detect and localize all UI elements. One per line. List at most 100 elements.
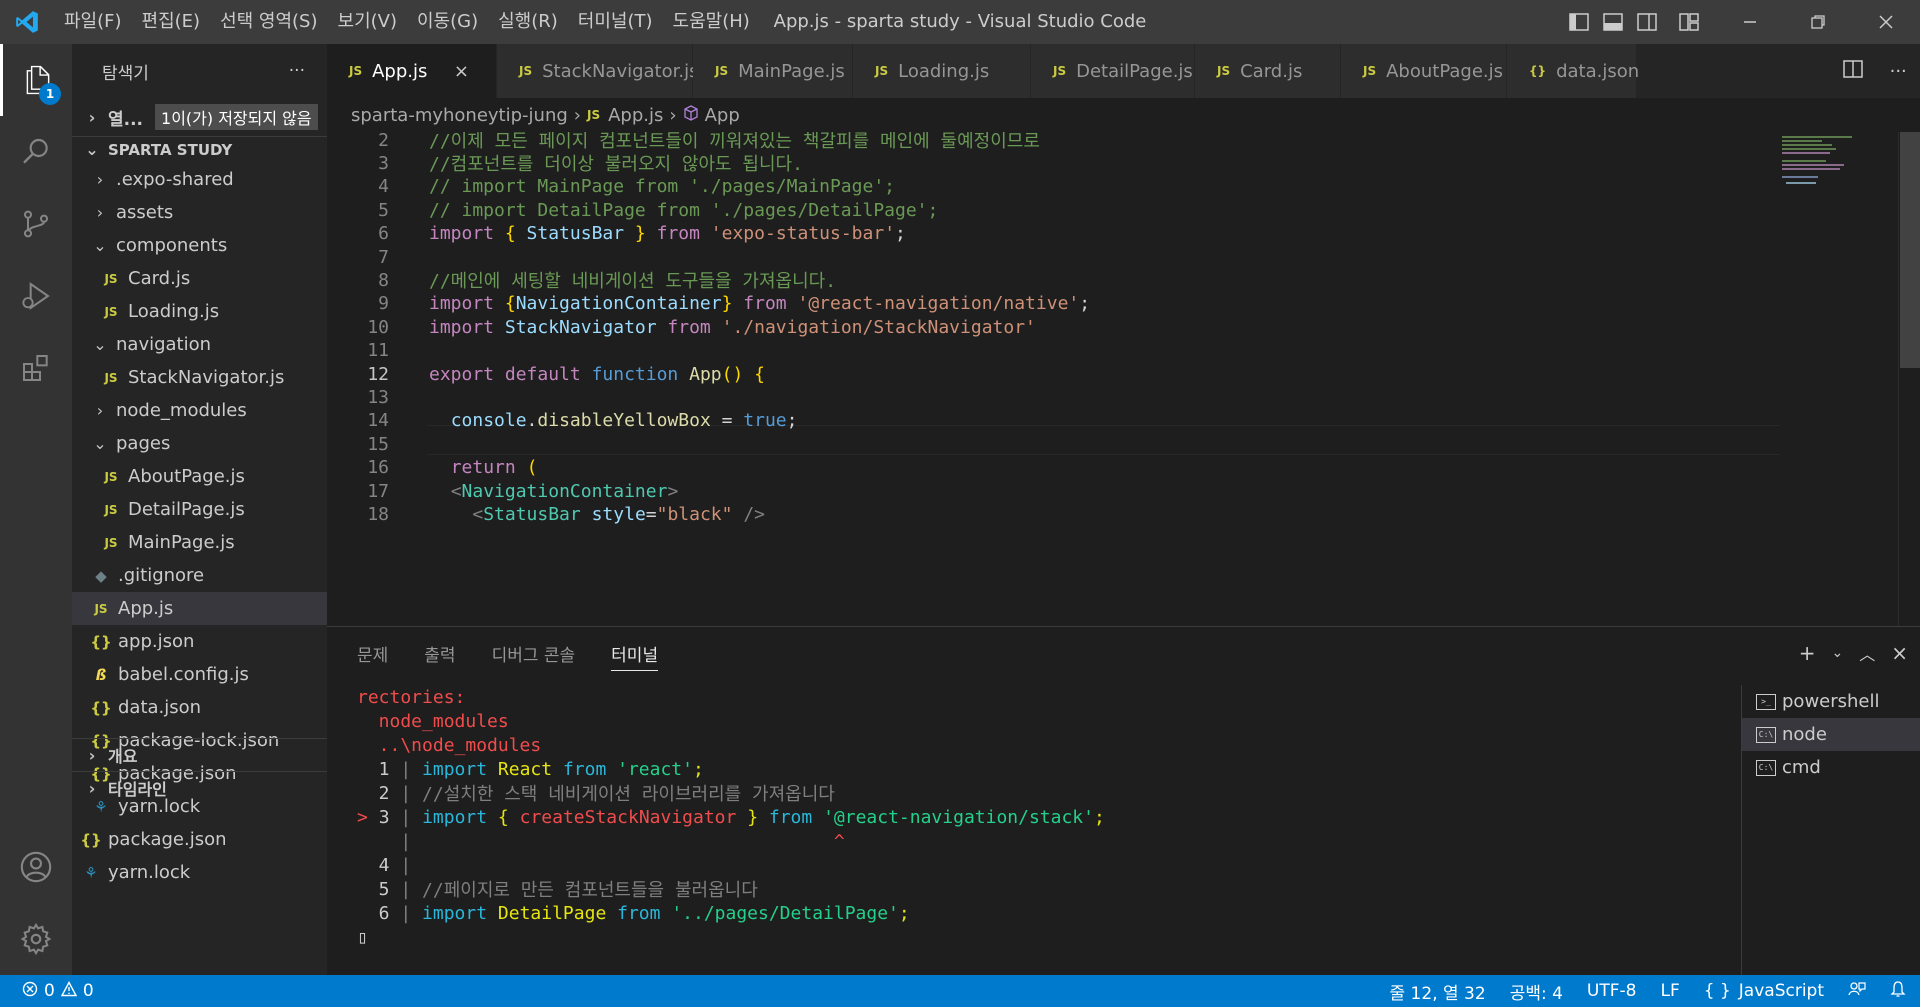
split-editor-icon[interactable] [1843, 59, 1863, 83]
breadcrumb-folder[interactable]: sparta-myhoneytip-jung [351, 105, 568, 126]
panel-tab[interactable]: 문제 [357, 627, 388, 685]
close-window-button[interactable] [1852, 0, 1920, 44]
panel-tab[interactable]: 터미널 [611, 641, 659, 671]
toggle-secondary-sidebar-icon[interactable] [1630, 0, 1664, 44]
terminal-instance[interactable]: C:\ node [1742, 718, 1920, 751]
menu-item[interactable]: 보기(V) [328, 0, 407, 44]
account-icon[interactable] [0, 831, 72, 903]
tab-mainpage-js[interactable]: JS MainPage.js [693, 44, 853, 98]
code-text: export default function App() { [429, 364, 765, 385]
code-token: export default [429, 363, 592, 385]
file-item[interactable]: {} data.json [72, 691, 327, 724]
json-file-icon: {} [90, 632, 112, 651]
menu-item[interactable]: 이동(G) [407, 0, 488, 44]
minimap[interactable] [1778, 132, 1898, 626]
folder-item[interactable]: ⌄ navigation [72, 328, 327, 361]
breadcrumb-symbol[interactable]: App [705, 105, 740, 126]
line-number: 7 [378, 246, 389, 268]
file-item[interactable]: JS App.js [72, 592, 327, 625]
source-control-icon[interactable] [0, 188, 72, 260]
code-token: import [429, 293, 505, 315]
chevron-right-icon: › [88, 107, 96, 127]
code-token: ; [1079, 293, 1091, 315]
menu-item[interactable]: 편집(E) [132, 0, 211, 44]
file-item[interactable]: JS Card.js [72, 262, 327, 295]
file-item[interactable]: {} app.json [72, 625, 327, 658]
indentation[interactable]: 공백: 4 [1510, 979, 1563, 1004]
folder-item[interactable]: ⌄ pages [72, 427, 327, 460]
tab-aboutpage-js[interactable]: JS AboutPage.js [1341, 44, 1507, 98]
menu-item[interactable]: 파일(F) [54, 0, 132, 44]
folder-item[interactable]: ⌄ components [72, 229, 327, 262]
tab-loading-js[interactable]: JS Loading.js [853, 44, 1031, 98]
customize-layout-icon[interactable] [1672, 0, 1706, 44]
folder-item[interactable]: › .expo-shared [72, 163, 327, 196]
file-item[interactable]: JS Loading.js [72, 295, 327, 328]
line-number: 11 [367, 340, 389, 362]
menu-item[interactable]: 도움말(H) [663, 0, 760, 44]
folder-item[interactable]: › assets [72, 196, 327, 229]
more-actions-button[interactable]: ··· [289, 61, 305, 81]
restore-button[interactable] [1784, 0, 1852, 44]
more-actions-icon[interactable]: ··· [1890, 61, 1907, 82]
feedback-icon[interactable] [1848, 980, 1866, 1003]
code-editor[interactable]: 2//이제 모든 페이지 컴포넌트들이 끼워져있는 책갈피를 메인에 둘예정이므… [327, 132, 1920, 626]
file-item[interactable]: ◆ .gitignore [72, 559, 327, 592]
chevron-down-icon[interactable]: ⌄ [1831, 645, 1843, 661]
timeline-section[interactable]: › 타임라인 [72, 771, 327, 804]
close-icon[interactable]: × [453, 61, 469, 82]
panel-tab[interactable]: 디버그 콘솔 [492, 627, 576, 685]
tab-app-js[interactable]: JS App.js × [327, 44, 497, 98]
terminal-text: | [400, 854, 412, 876]
open-editors-section[interactable]: › 열... 1이(가) 저장되지 않음 [72, 98, 327, 136]
editor-scrollbar[interactable] [1898, 132, 1920, 626]
panel-tab[interactable]: 출력 [424, 627, 455, 685]
file-item[interactable]: {} package.json [72, 823, 327, 856]
language-mode[interactable]: { } JavaScript [1704, 981, 1824, 1001]
line-number: 2 [378, 132, 389, 151]
settings-gear-icon[interactable] [0, 903, 72, 975]
new-terminal-icon[interactable]: + [1799, 641, 1816, 665]
cursor-position[interactable]: 줄 12, 열 32 [1390, 979, 1486, 1004]
scroll-thumb[interactable] [1900, 132, 1920, 368]
search-icon[interactable] [0, 116, 72, 188]
menu-item[interactable]: 실행(R) [488, 0, 568, 44]
file-item[interactable]: ß babel.config.js [72, 658, 327, 691]
problems-indicator[interactable]: 0 0 [0, 980, 94, 1002]
js-file-icon: JS [1053, 64, 1067, 78]
end-of-line[interactable]: LF [1660, 981, 1679, 1001]
code-token: ( [526, 457, 538, 479]
close-panel-icon[interactable]: × [1891, 641, 1908, 665]
file-item[interactable]: ⚘ yarn.lock [72, 856, 327, 889]
toggle-sidebar-icon[interactable] [1562, 0, 1596, 44]
toggle-panel-icon[interactable] [1596, 0, 1630, 44]
minimize-button[interactable] [1716, 0, 1784, 44]
terminal-instance[interactable]: >_ powershell [1742, 685, 1920, 718]
terminal-output[interactable]: rectories: node_modules ..\node_modules … [357, 685, 1737, 975]
menu-bar: 파일(F) 편집(E) 선택 영역(S) 보기(V) 이동(G) 실행(R) 터미널(T) 도… [54, 0, 760, 44]
tree-item-label: AboutPage.js [128, 466, 245, 487]
tab-data-json[interactable]: {} data.json [1507, 44, 1639, 98]
project-folder-header[interactable]: ⌄ SPARTA STUDY [72, 136, 327, 162]
breadcrumb-file[interactable]: App.js [608, 105, 663, 126]
outline-section[interactable]: › 개요 [72, 738, 327, 771]
file-item[interactable]: JS MainPage.js [72, 526, 327, 559]
file-item[interactable]: JS DetailPage.js [72, 493, 327, 526]
extensions-icon[interactable] [0, 332, 72, 404]
terminal-instance[interactable]: C:\ cmd [1742, 751, 1920, 784]
menu-item[interactable]: 터미널(T) [568, 0, 663, 44]
menu-item[interactable]: 선택 영역(S) [210, 0, 327, 44]
tab-stacknavigator-js[interactable]: JS StackNavigator.js [497, 44, 698, 98]
notifications-bell-icon[interactable] [1890, 980, 1906, 1003]
explorer-icon[interactable]: 1 [0, 44, 72, 116]
file-item[interactable]: JS AboutPage.js [72, 460, 327, 493]
tab-detailpage-js[interactable]: JS DetailPage.js [1031, 44, 1195, 98]
encoding[interactable]: UTF-8 [1587, 981, 1637, 1001]
run-debug-icon[interactable] [0, 260, 72, 332]
file-item[interactable]: JS StackNavigator.js [72, 361, 327, 394]
tab-card-js[interactable]: JS Card.js [1195, 44, 1341, 98]
braces-icon: { } [1703, 981, 1731, 1001]
maximize-panel-icon[interactable]: ︿ [1859, 641, 1875, 665]
terminal-line: > 3 | import { createStackNavigator } fr… [357, 805, 1737, 829]
folder-item[interactable]: › node_modules [72, 394, 327, 427]
